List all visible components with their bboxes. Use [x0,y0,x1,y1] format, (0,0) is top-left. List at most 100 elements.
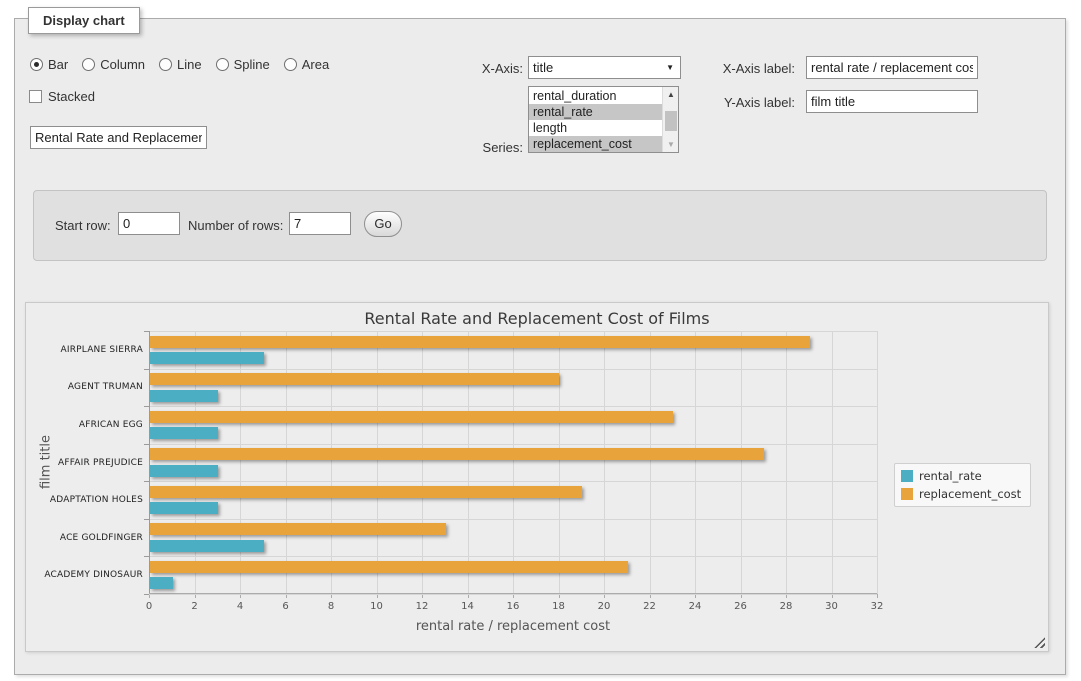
gridline [832,331,833,594]
start-row-input[interactable] [118,212,180,235]
bar-replacement_cost-affair-prejudice[interactable] [150,448,764,460]
bar-replacement_cost-african-egg[interactable] [150,411,673,423]
gridline [149,481,877,482]
series-scrollbar[interactable]: ▲ ▼ [662,87,678,152]
page: Display chart Bar Column Line Spline Area St… [0,0,1081,681]
legend-swatch-icon [901,488,913,500]
series-option-rental_duration[interactable]: rental_duration [529,88,662,104]
bar-replacement_cost-ace-goldfinger[interactable] [150,523,446,535]
legend-label: rental_rate [919,469,982,483]
stacked-checkbox[interactable] [29,90,42,103]
x-axis-label-input[interactable] [806,56,978,79]
bar-rental_rate-adaptation-holes[interactable] [150,502,218,514]
bar-rental_rate-affair-prejudice[interactable] [150,465,218,477]
x-tick-label: 20 [598,601,611,612]
x-tick-label: 32 [871,601,884,612]
y-axis-label-input[interactable] [806,90,978,113]
radio-circle-icon[interactable] [159,58,172,71]
legend-item-replacement_cost[interactable]: replacement_cost [901,487,1021,501]
series-option-rental_rate[interactable]: rental_rate [529,104,662,120]
category-label: ACE GOLDFINGER [27,533,143,543]
bar-replacement_cost-airplane-sierra[interactable] [150,336,810,348]
gridline [149,369,877,370]
gridline [149,444,877,445]
category-label: ADAPTATION HOLES [27,495,143,505]
num-rows-input[interactable] [289,212,351,235]
radio-area[interactable]: Area [284,57,329,72]
radio-label: Bar [48,57,68,72]
radio-circle-icon[interactable] [284,58,297,71]
bar-replacement_cost-adaptation-holes[interactable] [150,486,582,498]
gridline [786,331,787,594]
x-axis-line [149,593,877,594]
radio-circle-icon[interactable] [30,58,43,71]
x-tick-label: 22 [643,601,656,612]
x-tick-label: 26 [734,601,747,612]
scrollbar-up-icon[interactable]: ▲ [663,87,679,102]
series-option-replacement_cost[interactable]: replacement_cost [529,136,662,152]
bar-rental_rate-airplane-sierra[interactable] [150,352,264,364]
gridline [149,594,877,595]
x-tick [877,594,878,598]
x-tick-label: 14 [461,601,474,612]
bar-rental_rate-academy-dinosaur[interactable] [150,577,173,589]
x-axis-title: rental rate / replacement cost [149,619,877,634]
chart-container: Rental Rate and Replacement Cost of Film… [25,302,1049,652]
x-tick-label: 12 [416,601,429,612]
gridline [650,331,651,594]
gridline [604,331,605,594]
bar-replacement_cost-academy-dinosaur[interactable] [150,561,628,573]
chart-title-input[interactable] [30,126,207,149]
gridline [149,556,877,557]
bar-replacement_cost-agent-truman[interactable] [150,373,559,385]
gridline [286,331,287,594]
series-option-length[interactable]: length [529,120,662,136]
category-label: AFRICAN EGG [27,420,143,430]
gridline [331,331,332,594]
chart-type-group: Bar Column Line Spline Area [30,57,329,72]
radio-circle-icon[interactable] [216,58,229,71]
gridline [741,331,742,594]
bar-rental_rate-agent-truman[interactable] [150,390,218,402]
x-tick-label: 10 [370,601,383,612]
resize-handle-icon[interactable] [1034,637,1045,648]
bar-rental_rate-african-egg[interactable] [150,427,218,439]
legend-item-rental_rate[interactable]: rental_rate [901,469,1021,483]
x-tick-label: 30 [825,601,838,612]
num-rows-label: Number of rows: [188,218,283,233]
scrollbar-thumb[interactable] [665,111,677,131]
radio-label: Spline [234,57,270,72]
bar-rental_rate-ace-goldfinger[interactable] [150,540,264,552]
y-axis-label-label: Y-Axis label: [700,95,795,110]
chart-legend: rental_rate replacement_cost [894,463,1031,507]
x-axis-select[interactable]: title ▼ [528,56,681,79]
radio-label: Line [177,57,202,72]
radio-line[interactable]: Line [159,57,202,72]
y-tick [144,594,149,595]
scrollbar-down-icon[interactable]: ▼ [663,137,679,152]
x-tick-label: 6 [282,601,288,612]
series-list-label: Series: [440,140,523,155]
y-axis-line [149,331,150,594]
category-label: AGENT TRUMAN [27,382,143,392]
gridline [513,331,514,594]
radio-bar[interactable]: Bar [30,57,68,72]
series-listbox[interactable]: rental_durationrental_ratelengthreplacem… [528,86,679,153]
chart-title: Rental Rate and Replacement Cost of Film… [26,309,1048,328]
x-tick-label: 28 [780,601,793,612]
go-button[interactable]: Go [364,211,402,237]
radio-label: Column [100,57,145,72]
dropdown-arrow-icon[interactable]: ▼ [666,63,676,72]
radio-label: Area [302,57,329,72]
stacked-checkbox-row[interactable]: Stacked [29,89,95,104]
x-axis-select-value: title [533,60,553,75]
x-tick-label: 4 [237,601,243,612]
category-label: ACADEMY DINOSAUR [27,570,143,580]
x-tick-label: 24 [689,601,702,612]
radio-column[interactable]: Column [82,57,145,72]
y-axis-title: film title [39,435,54,489]
fieldset-legend: Display chart [28,7,140,34]
stacked-label: Stacked [48,89,95,104]
radio-spline[interactable]: Spline [216,57,270,72]
radio-circle-icon[interactable] [82,58,95,71]
